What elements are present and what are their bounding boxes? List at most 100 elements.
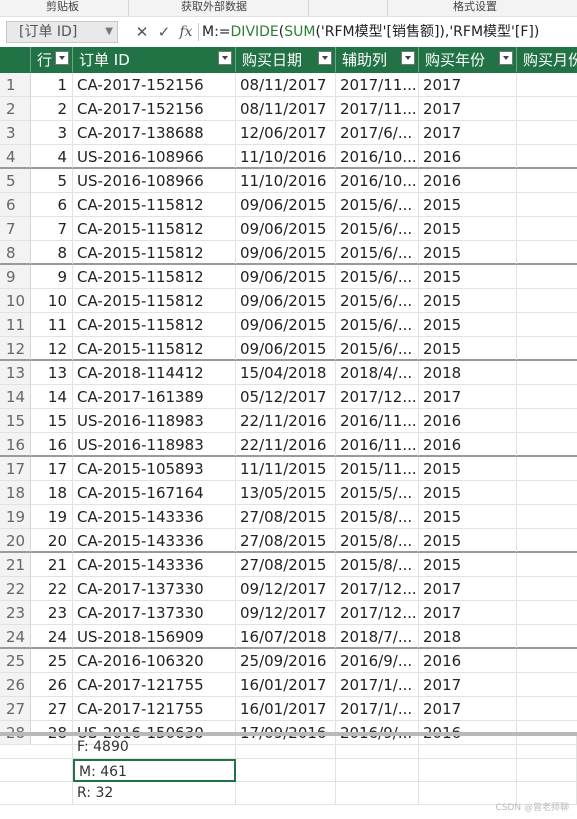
table-cell-col-purchase-month[interactable] bbox=[517, 409, 577, 433]
column-header-col-purchase-month[interactable]: 购买月份 bbox=[517, 47, 577, 73]
row-header[interactable]: 10 bbox=[0, 289, 31, 313]
table-cell-col-purchase-date[interactable]: 08/11/2017 bbox=[236, 73, 336, 97]
table-cell-col-row-index[interactable]: 9 bbox=[31, 265, 73, 289]
table-cell-col-helper[interactable]: 2017/1/... bbox=[336, 673, 419, 697]
table-cell-col-purchase-date[interactable]: 08/11/2017 bbox=[236, 97, 336, 121]
table-cell-col-row-index[interactable]: 19 bbox=[31, 505, 73, 529]
row-header[interactable]: 26 bbox=[0, 673, 31, 697]
table-cell-col-purchase-year[interactable]: 2015 bbox=[419, 265, 517, 289]
table-cell-col-order-id[interactable]: CA-2017-121755 bbox=[73, 673, 236, 697]
filter-dropdown-icon[interactable] bbox=[218, 51, 232, 65]
table-cell-col-purchase-date[interactable]: 27/08/2015 bbox=[236, 529, 336, 553]
table-cell-col-purchase-date[interactable]: 09/06/2015 bbox=[236, 241, 336, 265]
table-cell-col-helper[interactable]: 2015/6/... bbox=[336, 217, 419, 241]
measure-cell[interactable]: F: 4890 bbox=[73, 736, 236, 759]
table-cell-col-row-index[interactable]: 26 bbox=[31, 673, 73, 697]
table-cell-col-helper[interactable]: 2015/8/... bbox=[336, 505, 419, 529]
column-header-col-row-index[interactable]: 行 bbox=[31, 47, 73, 73]
table-cell-col-purchase-month[interactable] bbox=[517, 313, 577, 337]
row-header[interactable]: 3 bbox=[0, 121, 31, 145]
filter-dropdown-icon[interactable] bbox=[55, 51, 69, 65]
table-cell-col-helper[interactable]: 2016/11... bbox=[336, 433, 419, 457]
table-cell-col-purchase-date[interactable]: 25/09/2016 bbox=[236, 649, 336, 673]
table-cell-col-purchase-year[interactable]: 2015 bbox=[419, 217, 517, 241]
table-cell-col-row-index[interactable]: 10 bbox=[31, 289, 73, 313]
filter-dropdown-icon[interactable] bbox=[499, 51, 513, 65]
table-cell-col-row-index[interactable]: 12 bbox=[31, 337, 73, 361]
table-cell-col-row-index[interactable]: 25 bbox=[31, 649, 73, 673]
calculation-cell[interactable] bbox=[517, 759, 577, 782]
row-header[interactable]: 21 bbox=[0, 553, 31, 577]
table-cell-col-order-id[interactable]: CA-2017-138688 bbox=[73, 121, 236, 145]
table-cell-col-row-index[interactable]: 3 bbox=[31, 121, 73, 145]
column-header-col-order-id[interactable]: 订单 ID bbox=[73, 47, 236, 73]
table-cell-col-order-id[interactable]: US-2016-118983 bbox=[73, 433, 236, 457]
table-cell-col-order-id[interactable]: CA-2015-115812 bbox=[73, 289, 236, 313]
table-cell-col-purchase-year[interactable]: 2016 bbox=[419, 169, 517, 193]
column-header-col-helper[interactable]: 辅助列 bbox=[336, 47, 419, 73]
table-cell-col-order-id[interactable]: CA-2017-152156 bbox=[73, 73, 236, 97]
enter-check-icon[interactable]: ✓ bbox=[154, 21, 174, 43]
table-cell-col-order-id[interactable]: CA-2017-137330 bbox=[73, 601, 236, 625]
table-cell-col-purchase-year[interactable]: 2017 bbox=[419, 121, 517, 145]
table-cell-col-purchase-year[interactable]: 2017 bbox=[419, 97, 517, 121]
table-cell-col-purchase-year[interactable]: 2018 bbox=[419, 361, 517, 385]
table-cell-col-purchase-date[interactable]: 15/04/2018 bbox=[236, 361, 336, 385]
table-cell-col-purchase-year[interactable]: 2016 bbox=[419, 649, 517, 673]
table-cell-col-order-id[interactable]: CA-2017-121755 bbox=[73, 697, 236, 721]
row-header[interactable]: 18 bbox=[0, 481, 31, 505]
table-cell-col-row-index[interactable]: 6 bbox=[31, 193, 73, 217]
table-cell-col-helper[interactable]: 2015/6/... bbox=[336, 313, 419, 337]
table-cell-col-order-id[interactable]: CA-2018-114412 bbox=[73, 361, 236, 385]
row-header[interactable]: 15 bbox=[0, 409, 31, 433]
calculation-cell[interactable] bbox=[0, 736, 73, 759]
row-header[interactable]: 8 bbox=[0, 241, 31, 265]
formula-input[interactable]: M:=DIVIDE(SUM('RFM模型'[销售额]),'RFM模型'[F]) bbox=[202, 21, 539, 43]
table-cell-col-purchase-month[interactable] bbox=[517, 625, 577, 649]
row-header[interactable]: 5 bbox=[0, 169, 31, 193]
table-cell-col-purchase-year[interactable]: 2016 bbox=[419, 409, 517, 433]
calculation-cell[interactable] bbox=[419, 736, 517, 759]
table-cell-col-purchase-year[interactable]: 2018 bbox=[419, 625, 517, 649]
table-cell-col-helper[interactable]: 2015/5/... bbox=[336, 481, 419, 505]
name-box[interactable]: [订单 ID] ▼ bbox=[6, 21, 118, 43]
table-cell-col-helper[interactable]: 2016/10... bbox=[336, 145, 419, 169]
table-cell-col-helper[interactable]: 2017/12... bbox=[336, 385, 419, 409]
select-all-corner[interactable] bbox=[0, 47, 31, 73]
table-cell-col-helper[interactable]: 2017/12... bbox=[336, 601, 419, 625]
column-header-col-purchase-date[interactable]: 购买日期 bbox=[236, 47, 336, 73]
table-cell-col-row-index[interactable]: 5 bbox=[31, 169, 73, 193]
table-cell-col-purchase-year[interactable]: 2015 bbox=[419, 193, 517, 217]
table-cell-col-order-id[interactable]: US-2016-108966 bbox=[73, 145, 236, 169]
table-cell-col-order-id[interactable]: CA-2015-115812 bbox=[73, 265, 236, 289]
table-cell-col-purchase-year[interactable]: 2015 bbox=[419, 289, 517, 313]
table-cell-col-purchase-date[interactable]: 11/11/2015 bbox=[236, 457, 336, 481]
row-header[interactable]: 16 bbox=[0, 433, 31, 457]
table-cell-col-purchase-month[interactable] bbox=[517, 649, 577, 673]
filter-dropdown-icon[interactable] bbox=[318, 51, 332, 65]
table-cell-col-purchase-year[interactable]: 2015 bbox=[419, 337, 517, 361]
cancel-icon[interactable]: ✕ bbox=[132, 21, 152, 43]
table-cell-col-purchase-month[interactable] bbox=[517, 121, 577, 145]
table-cell-col-purchase-date[interactable]: 16/01/2017 bbox=[236, 673, 336, 697]
table-cell-col-purchase-year[interactable]: 2015 bbox=[419, 457, 517, 481]
table-cell-col-purchase-month[interactable] bbox=[517, 457, 577, 481]
calculation-cell[interactable] bbox=[0, 782, 73, 805]
table-cell-col-purchase-year[interactable]: 2015 bbox=[419, 313, 517, 337]
table-cell-col-purchase-date[interactable]: 12/06/2017 bbox=[236, 121, 336, 145]
table-cell-col-purchase-month[interactable] bbox=[517, 505, 577, 529]
table-cell-col-purchase-year[interactable]: 2017 bbox=[419, 673, 517, 697]
row-header[interactable]: 23 bbox=[0, 601, 31, 625]
table-cell-col-helper[interactable]: 2016/11... bbox=[336, 409, 419, 433]
table-cell-col-purchase-date[interactable]: 05/12/2017 bbox=[236, 385, 336, 409]
table-cell-col-order-id[interactable]: CA-2015-115812 bbox=[73, 193, 236, 217]
table-cell-col-purchase-date[interactable]: 09/06/2015 bbox=[236, 289, 336, 313]
table-cell-col-purchase-date[interactable]: 16/01/2017 bbox=[236, 697, 336, 721]
table-cell-col-purchase-month[interactable] bbox=[517, 697, 577, 721]
table-cell-col-purchase-date[interactable]: 09/06/2015 bbox=[236, 193, 336, 217]
table-cell-col-helper[interactable]: 2017/11... bbox=[336, 97, 419, 121]
table-cell-col-purchase-month[interactable] bbox=[517, 97, 577, 121]
table-cell-col-purchase-year[interactable]: 2017 bbox=[419, 73, 517, 97]
table-cell-col-order-id[interactable]: CA-2015-115812 bbox=[73, 313, 236, 337]
calculation-cell[interactable] bbox=[236, 782, 336, 805]
